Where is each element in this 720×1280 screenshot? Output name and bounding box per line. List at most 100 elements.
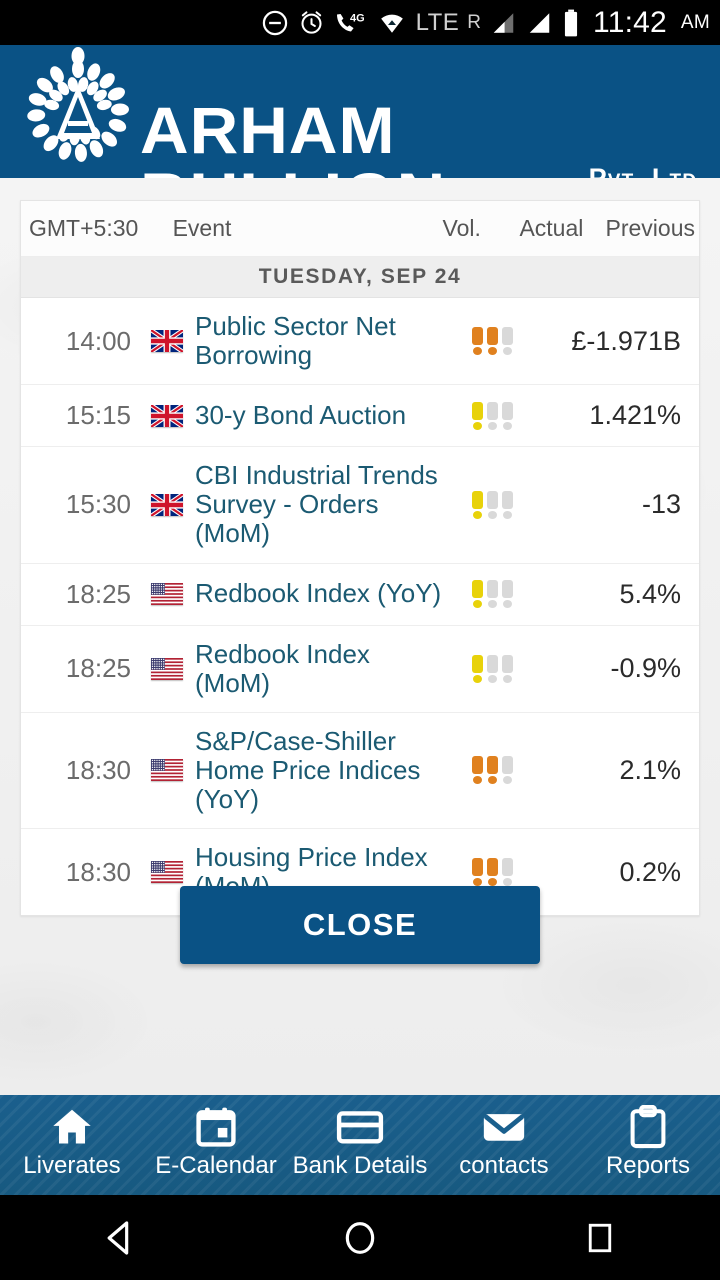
row-event-link[interactable]: Redbook Index (YoY) <box>191 565 453 622</box>
row-volatility <box>453 580 531 608</box>
us-flag-icon <box>143 583 191 605</box>
volatility-bang <box>472 402 483 430</box>
economic-calendar-card: GMT+5:30 Event Vol. Actual Previous TUES… <box>20 200 700 916</box>
volatility-bang <box>472 756 483 784</box>
us-flag-icon <box>143 759 191 781</box>
row-time: 15:15 <box>21 400 143 431</box>
nav-label-reports: Reports <box>606 1154 690 1178</box>
app-header: ARHAM BULLION Pvt. Ltd. <box>0 45 720 178</box>
row-time: 18:25 <box>21 579 143 610</box>
brand-subtitle: Pvt. Ltd. <box>589 163 706 178</box>
volatility-bang <box>502 756 513 784</box>
row-event-link[interactable]: S&P/Case-Shiller Home Price Indices (YoY… <box>191 713 453 828</box>
volatility-bang <box>472 858 483 886</box>
column-header-volatility: Vol. <box>420 215 504 242</box>
row-previous-value: -0.9% <box>531 653 699 684</box>
clipboard-icon <box>626 1104 670 1150</box>
volatility-bang <box>487 580 498 608</box>
volatility-bang <box>502 327 513 355</box>
status-bar-ampm: AM <box>681 12 710 34</box>
call-4g-icon: 4G <box>334 9 368 36</box>
nav-label-e-calendar: E-Calendar <box>155 1154 276 1178</box>
volatility-bang <box>502 580 513 608</box>
row-event-link[interactable]: CBI Industrial Trends Survey - Orders (M… <box>191 447 453 562</box>
alarm-icon <box>298 9 325 36</box>
row-event-link[interactable]: Redbook Index (MoM) <box>191 626 453 712</box>
home-circle-icon[interactable] <box>300 1195 420 1280</box>
row-volatility <box>453 402 531 430</box>
volatility-bang <box>487 756 498 784</box>
signal-2-icon <box>526 10 553 36</box>
battery-icon <box>562 9 580 37</box>
table-row[interactable]: 15:15 30-y Bond Auction 1.421% <box>21 385 699 447</box>
row-time: 14:00 <box>21 326 143 357</box>
row-volatility <box>453 858 531 886</box>
recents-square-icon[interactable] <box>540 1195 660 1280</box>
envelope-icon <box>480 1104 528 1150</box>
table-row[interactable]: 15:30 CBI Industrial Trends Survey - Orde… <box>21 447 699 563</box>
row-volatility <box>453 655 531 683</box>
row-previous-value: -13 <box>531 489 699 520</box>
credit-card-icon <box>336 1104 384 1150</box>
table-row[interactable]: 18:30 S&P/Case-Shiller Home Price Indices… <box>21 713 699 829</box>
volatility-bang <box>487 402 498 430</box>
volatility-bang <box>487 327 498 355</box>
uk-flag-icon <box>143 330 191 352</box>
volatility-bang <box>472 327 483 355</box>
row-previous-value: 5.4% <box>531 579 699 610</box>
column-header-event: Event <box>173 215 420 242</box>
close-button[interactable]: CLOSE <box>180 886 540 964</box>
row-volatility <box>453 491 531 519</box>
volatility-bang <box>502 655 513 683</box>
row-time: 18:30 <box>21 755 143 786</box>
nav-label-contacts: contacts <box>459 1154 548 1178</box>
row-previous-value: 1.421% <box>531 400 699 431</box>
row-volatility <box>453 327 531 355</box>
uk-flag-icon <box>143 405 191 427</box>
home-icon <box>49 1104 95 1150</box>
nav-item-e-calendar[interactable]: E-Calendar <box>144 1095 288 1195</box>
calendar-icon <box>193 1104 239 1150</box>
column-header-actual: Actual <box>504 215 600 242</box>
uk-flag-icon <box>143 494 191 516</box>
row-time: 15:30 <box>21 489 143 520</box>
calendar-rows: 14:00Public Sector Net Borrowing£-1.971B… <box>21 298 699 915</box>
signal-1-icon <box>490 10 517 36</box>
status-bar-clock: 11:42 <box>593 6 667 40</box>
nav-item-liverates[interactable]: Liverates <box>0 1095 144 1195</box>
row-time: 18:30 <box>21 857 143 888</box>
column-header-previous: Previous <box>599 215 699 242</box>
nav-label-liverates: Liverates <box>23 1154 120 1178</box>
volatility-bang <box>502 402 513 430</box>
status-bar: 4G LTE R 11:42 AM <box>0 0 720 45</box>
nav-item-reports[interactable]: Reports <box>576 1095 720 1195</box>
roaming-label: R <box>467 12 481 34</box>
row-event-link[interactable]: Public Sector Net Borrowing <box>191 298 453 384</box>
row-time: 18:25 <box>21 653 143 684</box>
wifi-icon <box>377 10 407 36</box>
row-previous-value: 0.2% <box>531 857 699 888</box>
table-header-row: GMT+5:30 Event Vol. Actual Previous <box>21 201 699 257</box>
table-row[interactable]: 14:00Public Sector Net Borrowing£-1.971B <box>21 298 699 385</box>
us-flag-icon <box>143 861 191 883</box>
table-row[interactable]: 18:25 Redbook Index (YoY) 5.4% <box>21 564 699 626</box>
date-group-header: TUESDAY, SEP 24 <box>21 257 699 298</box>
nav-item-contacts[interactable]: contacts <box>432 1095 576 1195</box>
back-triangle-icon[interactable] <box>60 1195 180 1280</box>
nav-item-bank-details[interactable]: Bank Details <box>288 1095 432 1195</box>
svg-text:4G: 4G <box>350 13 365 25</box>
table-row[interactable]: 18:25 Redbook Index (MoM) -0.9% <box>21 626 699 713</box>
row-previous-value: 2.1% <box>531 755 699 786</box>
column-header-time: GMT+5:30 <box>21 215 173 242</box>
volatility-bang <box>472 491 483 519</box>
volatility-bang <box>487 655 498 683</box>
page-content: GMT+5:30 Event Vol. Actual Previous TUES… <box>0 178 720 1095</box>
android-navigation-bar <box>0 1195 720 1280</box>
bottom-navigation: Liverates E-Calendar Bank <box>0 1095 720 1195</box>
row-event-link[interactable]: 30-y Bond Auction <box>191 387 453 444</box>
volatility-bang <box>502 491 513 519</box>
row-volatility <box>453 756 531 784</box>
volatility-bang <box>502 858 513 886</box>
arham-bullion-emblem <box>22 47 134 175</box>
volatility-bang <box>472 655 483 683</box>
